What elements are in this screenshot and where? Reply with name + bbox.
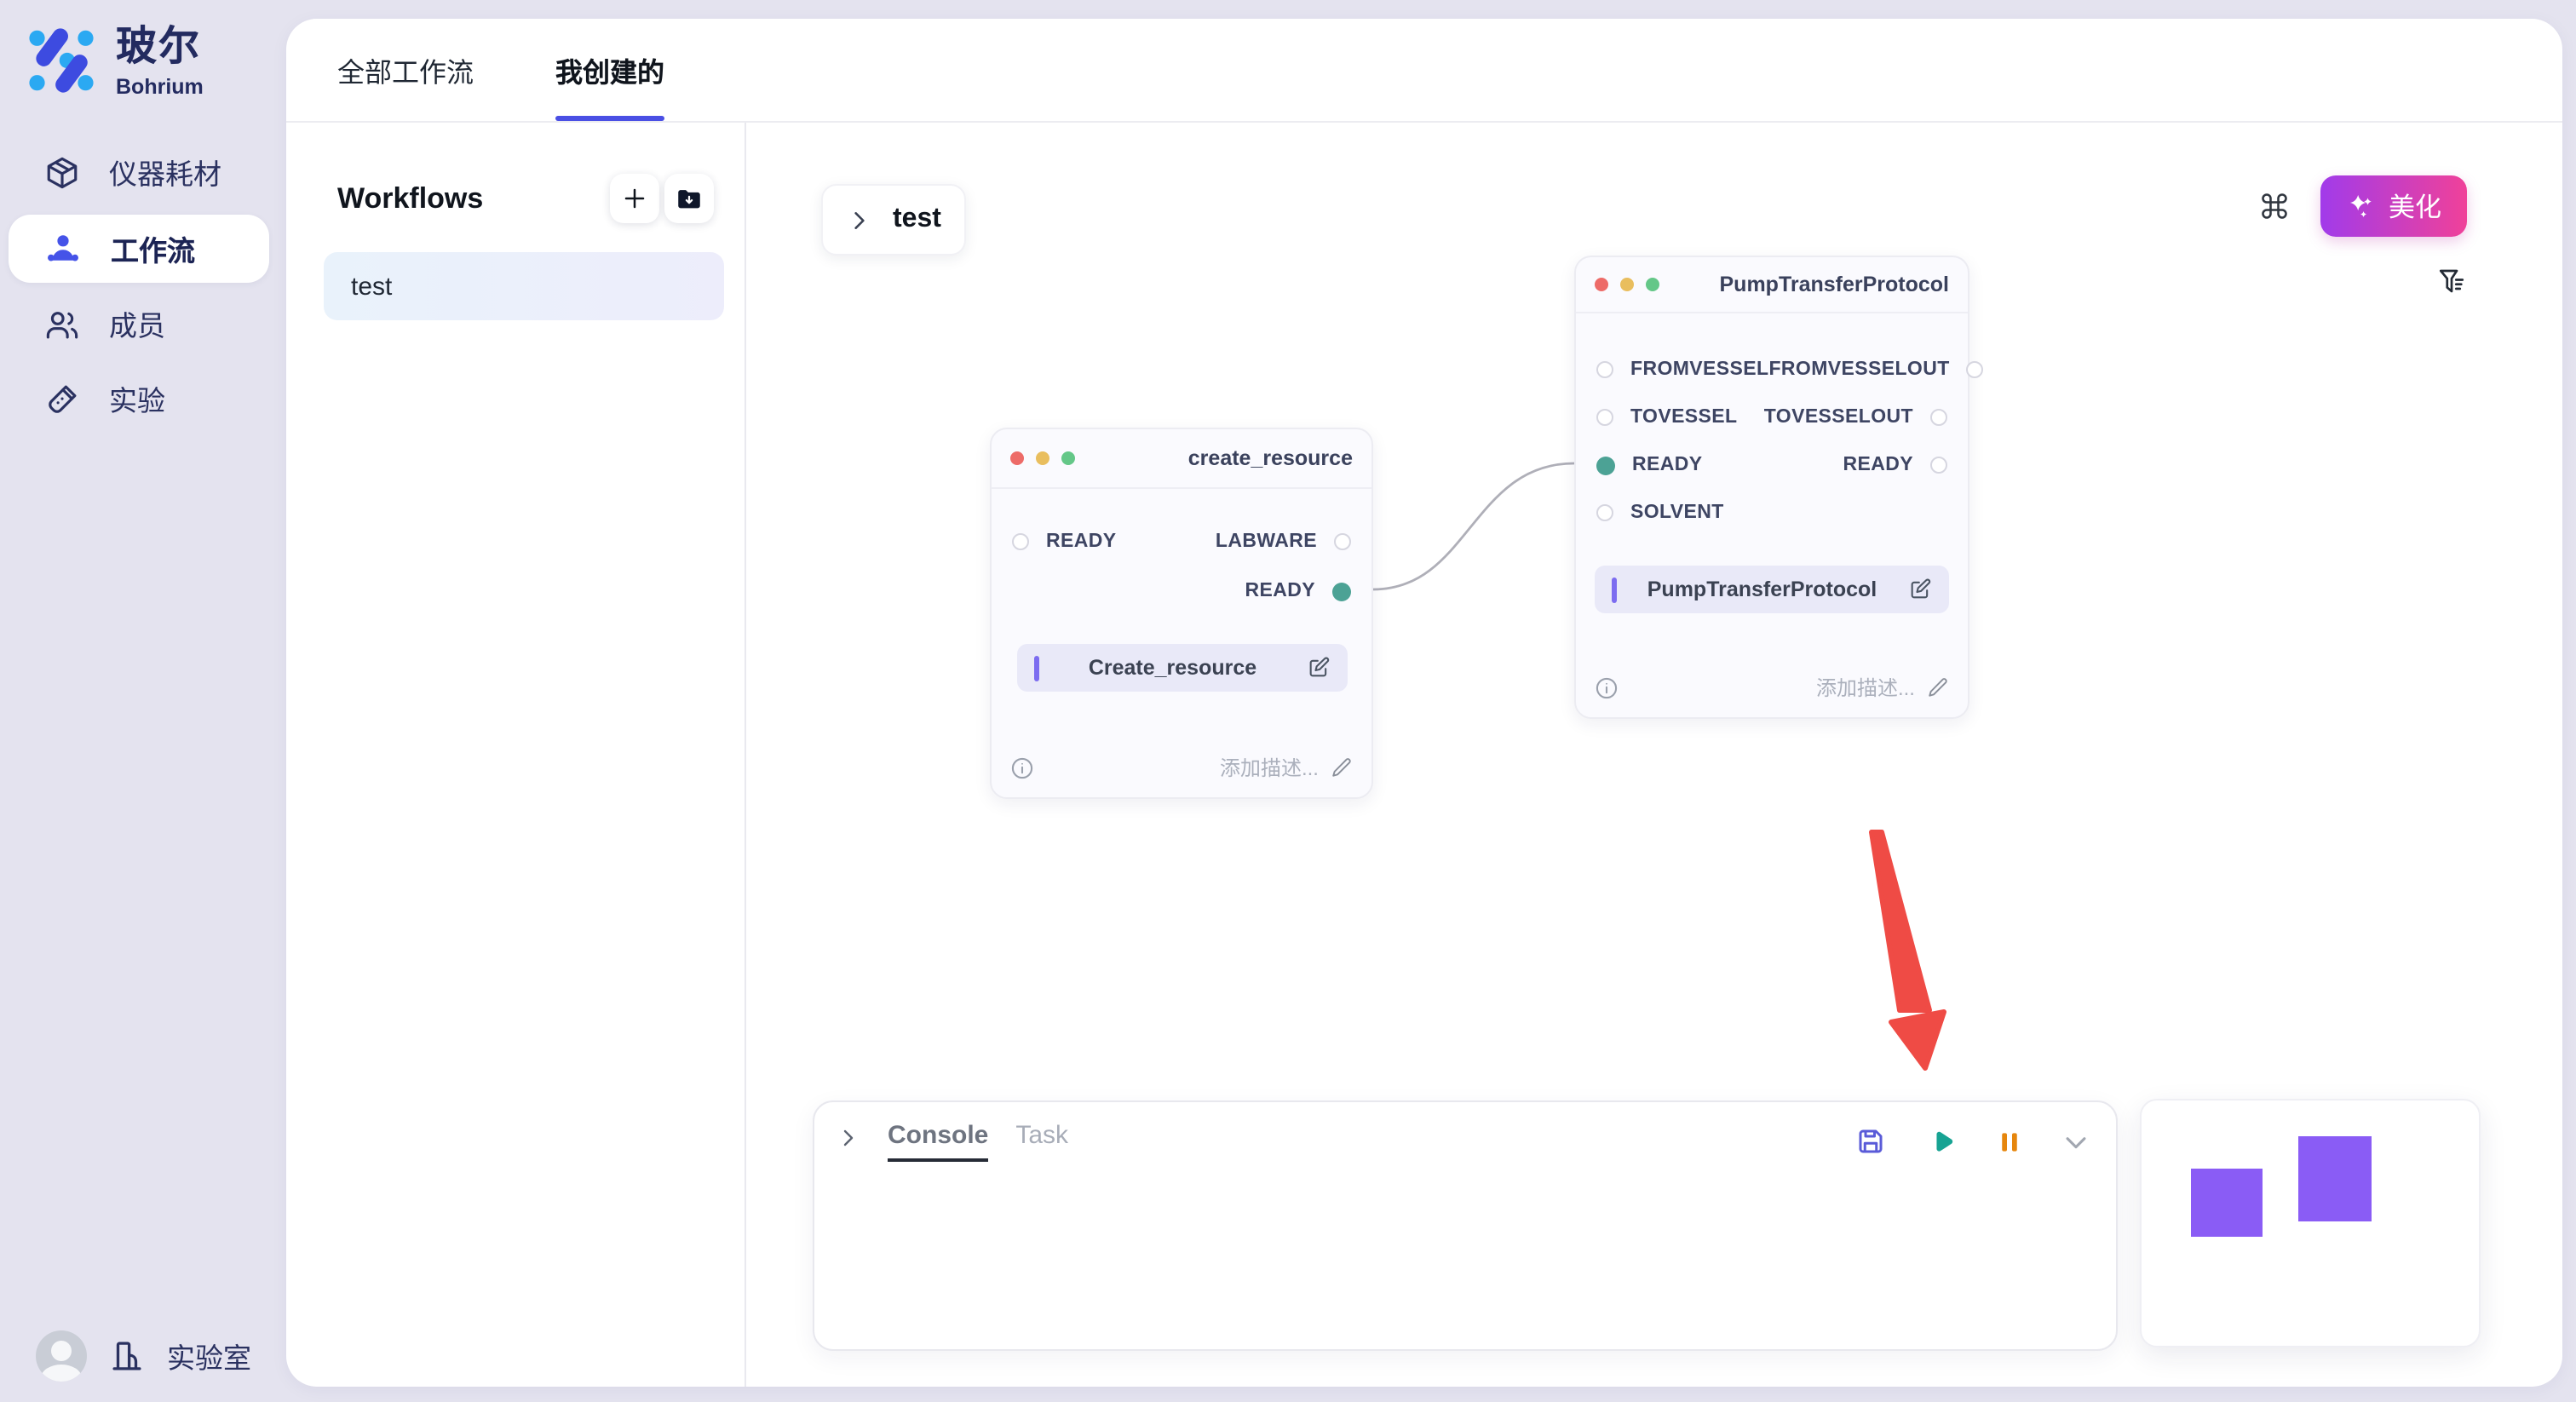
beautify-label: 美化 (2389, 187, 2441, 225)
pencil-icon[interactable] (1331, 756, 1353, 779)
members-icon (44, 306, 80, 342)
traffic-light-dots (1595, 278, 1659, 291)
port-label: READY (1843, 455, 1913, 475)
output-port[interactable] (1930, 457, 1947, 474)
port-label: READY (1046, 531, 1117, 552)
sidebar-footer: 实验室 (36, 1330, 251, 1382)
port-label: READY (1245, 581, 1315, 601)
sparkles-icon (2346, 192, 2375, 221)
node-create-resource[interactable]: create_resource READY LABWARE READY Crea… (990, 428, 1373, 799)
node-name-text: Create_resource (1038, 656, 1307, 680)
node-title: PumpTransferProtocol (1659, 273, 1949, 296)
pencil-icon[interactable] (1927, 676, 1949, 698)
port-label: TOVESSEL (1630, 407, 1738, 428)
workflows-panel-title: Workflows (337, 181, 483, 215)
app-root: 玻尔 Bohrium 仪器耗材 工作流 成员 (0, 0, 2576, 1402)
sidebar-item-workflow[interactable]: 工作流 (9, 215, 269, 283)
port-label: SOLVENT (1630, 503, 1724, 523)
sidebar-item-members[interactable]: 成员 (9, 290, 269, 358)
input-port[interactable] (1012, 533, 1029, 550)
collapse-chevron-right-icon[interactable] (838, 1128, 859, 1148)
port-label: FROMVESSEL (1630, 359, 1768, 380)
sidebar-item-label: 成员 (109, 303, 165, 344)
description-placeholder: 添加描述... (1816, 673, 1915, 702)
node-name-field[interactable]: PumpTransferProtocol (1595, 566, 1949, 613)
tab-my-created[interactable]: 我创建的 (555, 19, 664, 121)
info-icon[interactable] (1010, 756, 1034, 779)
workflow-item-name: test (351, 272, 392, 301)
node-description[interactable]: 添加描述... (1816, 673, 1949, 702)
lab-building-icon (109, 1337, 145, 1375)
filter-icon (2436, 266, 2467, 296)
bohrium-logo-icon (26, 26, 97, 95)
flow-canvas[interactable]: test create_resource READY LABWARE READY (746, 123, 2562, 1387)
output-port[interactable] (1967, 361, 1984, 378)
port-label: FROMVESSELOUT (1768, 359, 1949, 380)
output-port[interactable] (1930, 409, 1947, 426)
edit-icon[interactable] (1307, 656, 1331, 680)
workflow-tabbar: 全部工作流 我创建的 (286, 19, 2562, 123)
chevron-right-icon (848, 209, 871, 231)
node-name-field[interactable]: Create_resource (1017, 644, 1348, 692)
edit-icon[interactable] (1908, 577, 1932, 601)
console-panel: Console Task (813, 1100, 2118, 1351)
node-pump-transfer-protocol[interactable]: PumpTransferProtocol FROMVESSEL FROMVESS… (1574, 256, 1969, 719)
node-header[interactable]: PumpTransferProtocol (1576, 257, 1968, 313)
brand-name: 玻尔 (116, 26, 204, 70)
canvas-breadcrumb[interactable]: test (821, 184, 966, 256)
minimap[interactable] (2140, 1099, 2481, 1347)
input-port[interactable] (1596, 504, 1613, 521)
minimap-node (2298, 1136, 2372, 1221)
minimap-node (2191, 1169, 2263, 1237)
filter-control[interactable] (2436, 266, 2467, 305)
traffic-light-dots (1010, 451, 1075, 465)
import-folder-button[interactable] (664, 174, 714, 223)
tab-all-workflows[interactable]: 全部工作流 (337, 19, 474, 121)
main-card: 全部工作流 我创建的 Workflows (286, 19, 2562, 1387)
tab-console[interactable]: Console (888, 1121, 988, 1162)
sidebar-item-label: 工作流 (111, 228, 195, 269)
add-workflow-button[interactable] (610, 174, 659, 223)
input-port-connected[interactable] (1596, 456, 1615, 474)
workflows-panel: Workflows test (286, 123, 746, 1387)
input-port[interactable] (1596, 361, 1613, 378)
port-label: READY (1632, 455, 1703, 475)
folder-download-icon (675, 184, 704, 213)
tab-task[interactable]: Task (1015, 1121, 1068, 1162)
plus-icon (622, 186, 647, 211)
workspace-label[interactable]: 实验室 (167, 1336, 251, 1376)
brand-logo: 玻尔 Bohrium (26, 26, 204, 99)
output-port[interactable] (1334, 533, 1351, 550)
sidebar-item-label: 实验 (109, 378, 165, 419)
info-icon[interactable] (1595, 675, 1619, 699)
save-icon[interactable] (1855, 1126, 1886, 1157)
user-avatar[interactable] (36, 1330, 87, 1382)
port-label: TOVESSELOUT (1764, 407, 1913, 428)
command-icon[interactable] (2259, 191, 2290, 221)
node-name-text: PumpTransferProtocol (1616, 577, 1908, 601)
breadcrumb-label: test (893, 204, 941, 235)
node-header[interactable]: create_resource (992, 429, 1371, 489)
description-placeholder: 添加描述... (1220, 753, 1319, 782)
input-port[interactable] (1596, 409, 1613, 426)
brand-subtitle: Bohrium (116, 75, 204, 99)
workflow-list-item[interactable]: test (324, 252, 724, 320)
chevron-down-icon[interactable] (2061, 1127, 2090, 1156)
node-description[interactable]: 添加描述... (1220, 753, 1353, 782)
output-port-connected[interactable] (1332, 582, 1351, 600)
sidebar-item-experiments[interactable]: 实验 (9, 365, 269, 433)
run-play-icon[interactable] (1925, 1125, 1958, 1158)
workflow-icon (44, 230, 82, 267)
sidebar-item-instruments[interactable]: 仪器耗材 (9, 138, 269, 206)
box-icon (44, 154, 80, 190)
experiment-icon (44, 381, 80, 417)
pause-icon[interactable] (1997, 1127, 2022, 1156)
beautify-button[interactable]: 美化 (2320, 175, 2467, 237)
node-title: create_resource (1075, 446, 1353, 470)
sidebar: 玻尔 Bohrium 仪器耗材 工作流 成员 (0, 0, 286, 1402)
port-label: LABWARE (1216, 531, 1317, 552)
sidebar-item-label: 仪器耗材 (109, 152, 221, 192)
